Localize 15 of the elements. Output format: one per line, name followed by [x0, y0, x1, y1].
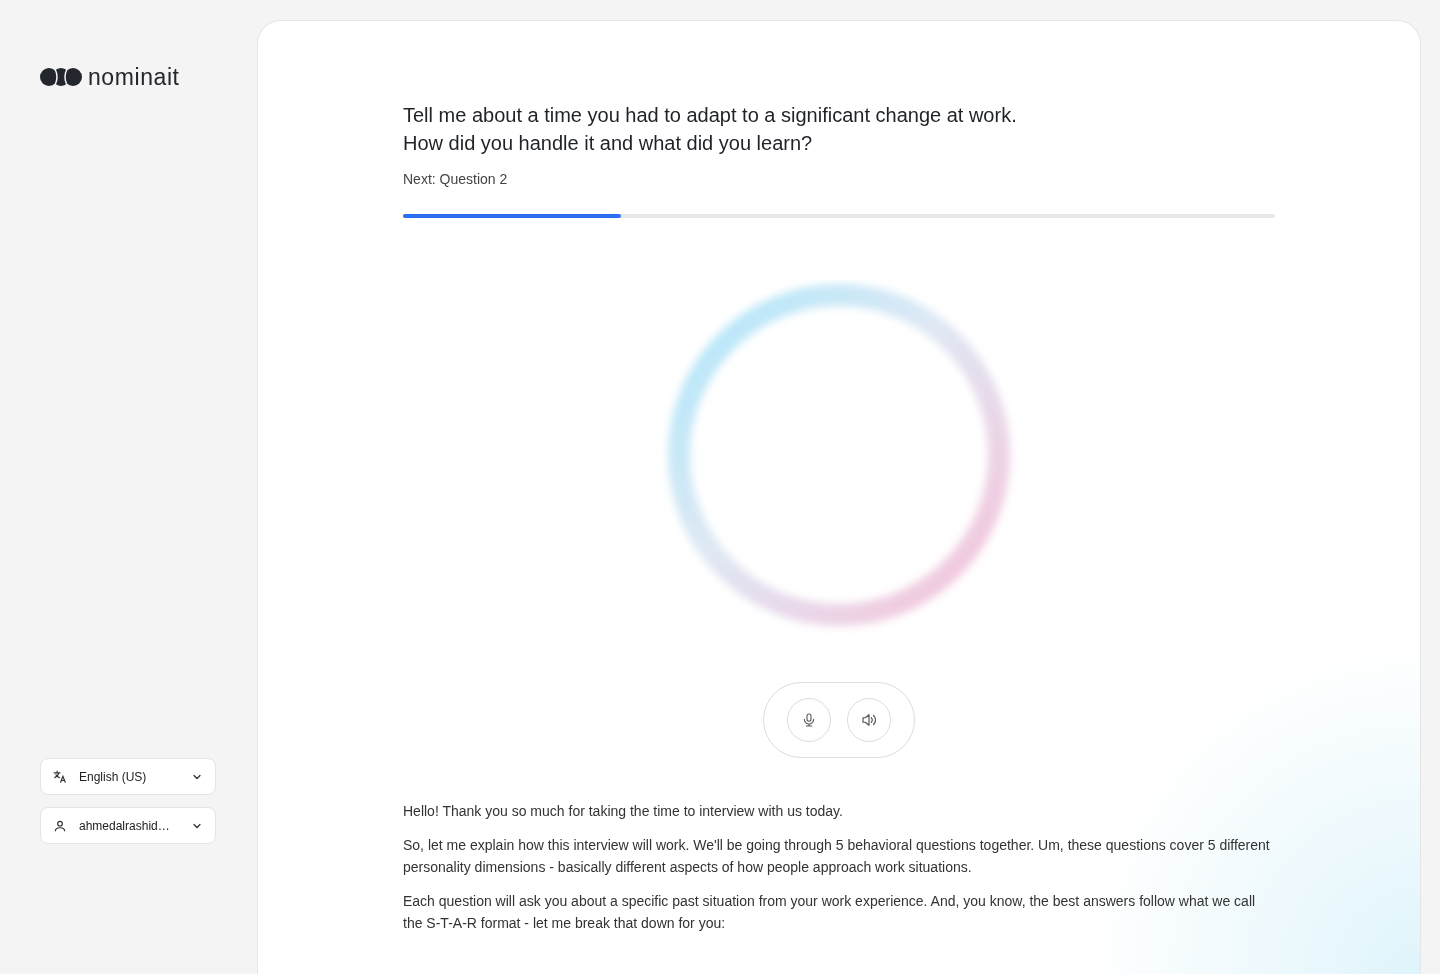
question-text: Tell me about a time you had to adapt to a significant change at work. How did you handle it and what did you learn?: [403, 103, 1018, 156]
language-select[interactable]: English (US): [40, 758, 216, 795]
speaker-button[interactable]: [847, 698, 891, 742]
next-question-label: Next: Question 2: [403, 170, 509, 189]
microphone-button[interactable]: [787, 698, 831, 742]
transcript-paragraph: Each question will ask you about a specific past situation from your work experience. And, you know, the best answers follow what we call the S-T-A-R format - let me break that down for you:: [403, 892, 1257, 933]
brand-name: nominait: [88, 63, 180, 92]
translate-icon: [53, 769, 67, 784]
user-icon: [53, 818, 67, 833]
speaker-icon: [860, 711, 878, 729]
microphone-icon: [801, 712, 817, 728]
transcript-paragraph: So, let me explain how this interview will work. We'll be going through 5 behavioral questions together. Um, these questions cover 5 different personality dimensions - basically different aspects of how people approach work situations.: [403, 836, 1271, 877]
account-select[interactable]: ahmedalrashid…: [40, 807, 216, 844]
logo-icon: [40, 68, 82, 87]
transcript-paragraph: Hello! Thank you so much for taking the time to interview with us today.: [403, 802, 844, 821]
